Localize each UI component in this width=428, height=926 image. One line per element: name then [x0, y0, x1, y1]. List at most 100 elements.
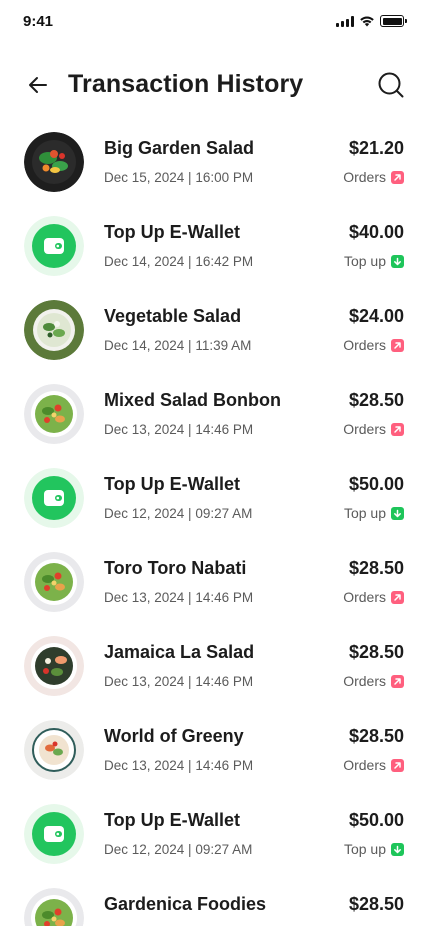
transaction-row[interactable]: World of Greeny $28.50 Dec 13, 2024 | 14:4…: [0, 720, 428, 804]
food-image: [24, 132, 84, 192]
food-thumbnail: [24, 132, 84, 192]
transaction-type-label: Orders: [343, 421, 386, 437]
arrow-up-right-icon: [394, 761, 401, 769]
topup-badge-icon: [391, 506, 404, 520]
transaction-row[interactable]: Top Up E-Wallet $50.00 Dec 12, 2024 | 09:2…: [0, 804, 428, 888]
header: Transaction History: [0, 62, 428, 108]
transaction-amount: $21.20: [348, 138, 404, 158]
arrow-left-icon: [29, 77, 47, 93]
arrow-up-right-icon: [394, 341, 401, 349]
wallet-thumbnail: [24, 468, 84, 528]
wifi-icon: [360, 16, 374, 27]
transaction-type-label: Top up: [343, 253, 386, 269]
transaction-type: Orders: [343, 337, 404, 353]
transaction-amount: $28.50: [348, 642, 404, 662]
food-thumbnail: [24, 552, 84, 612]
transaction-name: Jamaica La Salad: [104, 642, 255, 662]
transaction-date: Dec 12, 2024 | 09:27 AM: [104, 842, 253, 857]
transaction-type: Orders: [343, 673, 404, 689]
transaction-type-label: Orders: [343, 337, 386, 353]
transaction-row[interactable]: Jamaica La Salad $28.50 Dec 13, 2024 | 14:…: [0, 636, 428, 720]
transaction-date: Dec 14, 2024 | 16:42 PM: [104, 254, 254, 269]
transaction-type: Orders: [343, 589, 404, 605]
transaction-amount: $40.00: [348, 222, 404, 242]
transaction-type: Top up: [344, 505, 404, 521]
back-button[interactable]: [24, 71, 52, 99]
transaction-date: Dec 13, 2024 | 14:46 PM: [104, 674, 254, 689]
topup-badge-icon: [391, 842, 404, 856]
orders-badge-icon: [391, 338, 404, 352]
transaction-date: Dec 14, 2024 | 11:39 AM: [104, 338, 252, 353]
orders-badge-icon: [391, 674, 404, 688]
transaction-row[interactable]: Mixed Salad Bonbon $28.50 Dec 13, 2024 | 1…: [0, 384, 428, 468]
arrow-up-right-icon: [394, 173, 401, 181]
topup-badge-icon: [391, 254, 404, 268]
transaction-type-label: Orders: [343, 757, 386, 773]
transaction-row[interactable]: Toro Toro Nabati $28.50 Dec 13, 2024 | 14:…: [0, 552, 428, 636]
wallet-icon: [44, 238, 64, 254]
transaction-name: Top Up E-Wallet: [104, 222, 240, 242]
arrow-down-icon: [394, 257, 401, 265]
transaction-amount: $50.00: [348, 810, 404, 830]
transaction-amount: $28.50: [348, 726, 404, 746]
transaction-row[interactable]: Big Garden Salad $21.20 Dec 15, 2024 | 16:…: [0, 132, 428, 216]
transaction-name: Top Up E-Wallet: [104, 474, 240, 494]
transaction-row[interactable]: Vegetable Salad $24.00 Dec 14, 2024 | 11:3…: [0, 300, 428, 384]
wallet-thumbnail: [24, 804, 84, 864]
search-button[interactable]: [376, 70, 406, 100]
food-thumbnail: [24, 300, 84, 360]
search-icon: [378, 72, 404, 98]
signal-icon: [336, 15, 354, 27]
transaction-name: Mixed Salad Bonbon: [104, 390, 282, 410]
transaction-list: Big Garden Salad $21.20 Dec 15, 2024 | 16:…: [0, 132, 428, 926]
wallet-icon: [44, 490, 64, 506]
transaction-type-label: Top up: [343, 841, 386, 857]
transaction-type: Orders: [343, 169, 404, 185]
orders-badge-icon: [391, 422, 404, 436]
food-thumbnail: [24, 720, 84, 780]
transaction-amount: $24.00: [348, 306, 404, 326]
transaction-row[interactable]: Top Up E-Wallet $40.00 Dec 14, 2024 | 16:4…: [0, 216, 428, 300]
food-image: [24, 300, 84, 360]
transaction-amount: $28.50: [348, 894, 404, 914]
transaction-type: Orders: [343, 421, 404, 437]
transaction-row[interactable]: Top Up E-Wallet $50.00 Dec 12, 2024 | 09:2…: [0, 468, 428, 552]
transaction-date: Dec 13, 2024 | 14:46 PM: [104, 590, 254, 605]
orders-badge-icon: [391, 758, 404, 772]
transaction-date: Dec 13, 2024 | 14:46 PM: [104, 422, 254, 437]
transaction-date: Dec 15, 2024 | 16:00 PM: [104, 170, 254, 185]
transaction-name: Vegetable Salad: [104, 306, 242, 326]
transaction-type: Top up: [344, 841, 404, 857]
status-icons: [336, 15, 407, 27]
transaction-row[interactable]: Gardenica Foodies $28.50: [0, 888, 428, 926]
arrow-down-icon: [394, 509, 401, 517]
food-thumbnail: [24, 888, 84, 926]
transaction-amount: $28.50: [348, 558, 404, 578]
wallet-avatar: [24, 468, 84, 528]
transaction-name: Top Up E-Wallet: [104, 810, 240, 830]
transaction-name: Toro Toro Nabati: [104, 558, 247, 578]
orders-badge-icon: [391, 170, 404, 184]
transaction-amount: $50.00: [348, 474, 404, 494]
food-thumbnail: [24, 636, 84, 696]
arrow-up-right-icon: [394, 593, 401, 601]
orders-badge-icon: [391, 590, 404, 604]
wallet-icon: [44, 826, 64, 842]
arrow-down-icon: [394, 845, 401, 853]
transaction-name: Big Garden Salad: [104, 138, 255, 158]
food-image: [24, 636, 84, 696]
battery-icon: [380, 15, 407, 27]
food-image: [24, 384, 84, 444]
food-thumbnail: [24, 384, 84, 444]
transaction-date: Dec 13, 2024 | 14:46 PM: [104, 758, 254, 773]
transaction-name: Gardenica Foodies: [104, 894, 267, 914]
wallet-avatar: [24, 804, 84, 864]
transaction-type-label: Top up: [343, 505, 386, 521]
food-image: [24, 888, 84, 926]
transaction-type-label: Orders: [343, 169, 386, 185]
food-image: [24, 552, 84, 612]
arrow-up-right-icon: [394, 677, 401, 685]
arrow-up-right-icon: [394, 425, 401, 433]
transaction-name: World of Greeny: [104, 726, 244, 746]
transaction-type-label: Orders: [343, 589, 386, 605]
